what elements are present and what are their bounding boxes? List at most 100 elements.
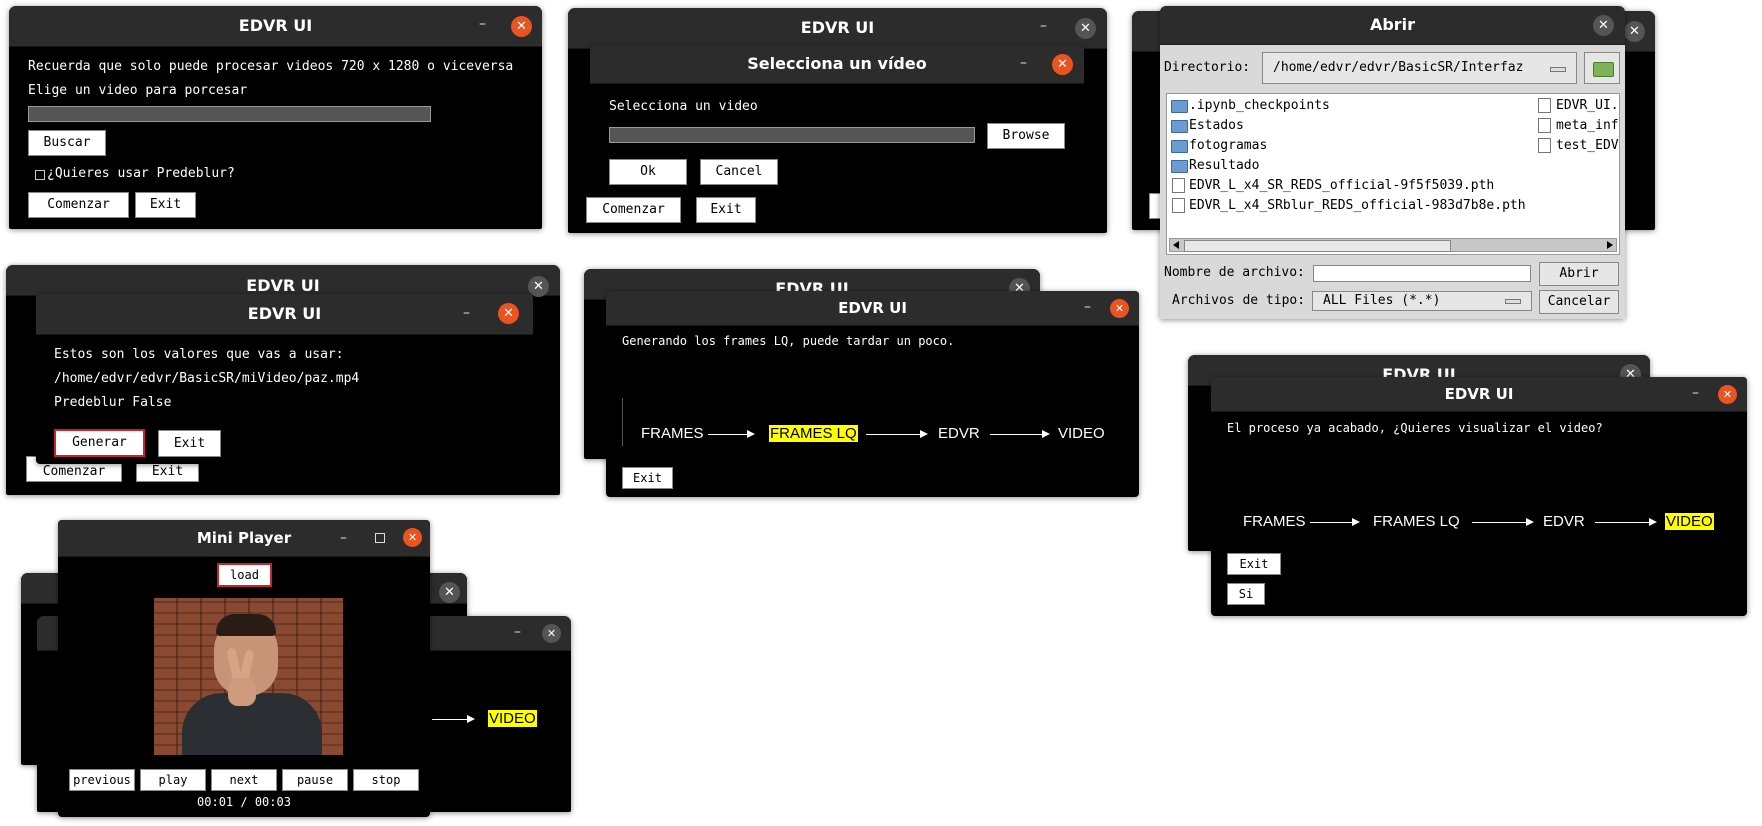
scrollbar-thumb[interactable] [1184,240,1451,252]
folder-icon [1171,120,1188,133]
file-icon [1538,138,1551,153]
close-icon[interactable]: ✕ [1718,385,1737,404]
titlebar: Abrir ✕ [1160,6,1625,45]
titlebar: EDVR UI – ✕ [606,291,1139,326]
start-button[interactable]: Comenzar [28,192,129,218]
predeblur-checkbox[interactable] [35,170,45,180]
close-icon[interactable]: ✕ [1593,15,1614,36]
cancel-button[interactable]: Cancel [700,159,778,185]
close-icon[interactable]: ✕ [403,528,422,547]
peace-sign-hand [224,647,260,710]
edvr-main-window: EDVR UI – ✕ Recuerda que solo puede proc… [9,6,542,229]
file-item[interactable]: EDVR_L_x4_SR_REDS_official-9f5f5039.pth [1189,178,1494,193]
person-hair [216,614,276,636]
file-item[interactable]: EDVR_L_x4_SRblur_REDS_official-983d7b8e.… [1189,198,1526,213]
step-arrow-icon [866,430,928,438]
file-item[interactable]: test_EDV [1556,138,1619,153]
exit-button[interactable]: Exit [696,197,756,223]
scroll-left-arrow-icon[interactable] [1173,241,1179,249]
file-item[interactable]: meta_inf [1556,118,1619,133]
directory-value: /home/edvr/edvr/BasicSR/Interfaz [1273,60,1524,75]
close-icon[interactable]: ✕ [511,16,532,37]
video-path-field[interactable] [28,106,431,122]
dialog-title: Selecciona un vídeo [747,54,927,73]
filetype-label: Archivos de tipo: [1172,293,1306,308]
minimize-icon[interactable]: – [1084,297,1091,317]
file-item[interactable]: EDVR_UI. [1556,98,1619,113]
window-title: EDVR UI [1444,385,1514,403]
stop-button[interactable]: stop [353,769,419,791]
yes-button[interactable]: Si [1227,583,1265,605]
step-video-highlighted: VIDEO [488,710,537,727]
video-path-field[interactable] [609,127,975,143]
close-icon[interactable]: ✕ [1052,54,1073,75]
directory-label: Directorio: [1164,60,1251,75]
horizontal-scrollbar[interactable] [1169,238,1617,252]
close-icon[interactable]: ✕ [1624,21,1645,42]
file-list[interactable]: .ipynb_checkpoints Estados fotogramas Re… [1166,93,1620,255]
folder-up-button[interactable] [1584,52,1620,84]
close-icon[interactable]: ✕ [542,624,561,643]
open-button[interactable]: Abrir [1539,262,1619,286]
close-icon[interactable]: ✕ [439,582,460,603]
predeblur-value: Predeblur False [54,395,172,410]
select-video-dialog: Selecciona un vídeo – ✕ Selecciona un vi… [590,45,1084,193]
minimize-icon[interactable]: – [463,303,470,323]
close-icon[interactable]: ✕ [1110,299,1129,318]
previous-button[interactable]: previous [69,769,135,791]
maximize-icon[interactable] [375,533,385,543]
folder-icon [1171,100,1188,113]
folder-item[interactable]: .ipynb_checkpoints [1189,98,1330,113]
filetype-value: ALL Files (*.*) [1323,293,1441,308]
ok-button[interactable]: Ok [609,159,687,185]
exit-button[interactable]: Exit [622,467,673,489]
step-frames: FRAMES [1243,513,1306,530]
directory-dropdown[interactable]: /home/edvr/edvr/BasicSR/Interfaz [1262,52,1577,84]
titlebar: EDVR UI – ✕ [36,294,533,335]
filename-input[interactable] [1313,265,1531,282]
minimize-icon[interactable]: – [514,622,521,642]
step-frames-lq-highlighted: FRAMES LQ [769,425,858,442]
exit-button[interactable]: Exit [1227,553,1281,575]
titlebar: EDVR UI – ✕ [1211,377,1747,412]
step-frames-lq: FRAMES LQ [1373,513,1460,530]
pause-button[interactable]: pause [282,769,348,791]
file-icon [1172,178,1185,193]
predeblur-label: ¿Quieres usar Predeblur? [47,166,235,181]
minimize-icon[interactable]: – [340,528,347,548]
window-title: EDVR UI [238,16,313,35]
video-frame [154,598,343,755]
pipeline-divider [622,398,623,446]
dropdown-arrow-icon [1505,299,1521,304]
scroll-right-arrow-icon[interactable] [1607,241,1613,249]
window-title: EDVR UI [247,304,322,323]
filetype-dropdown[interactable]: ALL Files (*.*) [1312,291,1532,311]
folder-item[interactable]: Estados [1189,118,1244,133]
step-arrow-icon [1472,518,1534,526]
load-button[interactable]: load [217,563,272,587]
minimize-icon[interactable]: – [1020,53,1027,73]
search-button[interactable]: Buscar [28,130,106,156]
play-button[interactable]: play [140,769,206,791]
exit-button[interactable]: Exit [135,192,196,218]
minimize-icon[interactable]: – [1692,383,1699,403]
folder-item[interactable]: Resultado [1189,158,1259,173]
start-button[interactable]: Comenzar [586,197,681,223]
progress-message: Generando los frames LQ, puede tardar un… [622,334,955,348]
minimize-icon[interactable]: – [1040,16,1047,36]
next-button[interactable]: next [211,769,277,791]
folder-item[interactable]: fotogramas [1189,138,1267,153]
exit-button[interactable]: Exit [158,430,221,457]
step-edvr: EDVR [1543,513,1585,530]
filename-label: Nombre de archivo: [1164,265,1305,280]
step-edvr: EDVR [938,425,980,442]
close-icon[interactable]: ✕ [1075,18,1096,39]
video-path-value: /home/edvr/edvr/BasicSR/miVideo/paz.mp4 [54,371,360,386]
browse-button[interactable]: Browse [987,123,1065,149]
step-frames: FRAMES [641,425,704,442]
titlebar: Mini Player – ✕ [58,520,430,557]
generate-button[interactable]: Generar [54,429,145,457]
close-icon[interactable]: ✕ [498,303,519,324]
cancel-button[interactable]: Cancelar [1539,290,1619,314]
minimize-icon[interactable]: – [479,14,486,34]
